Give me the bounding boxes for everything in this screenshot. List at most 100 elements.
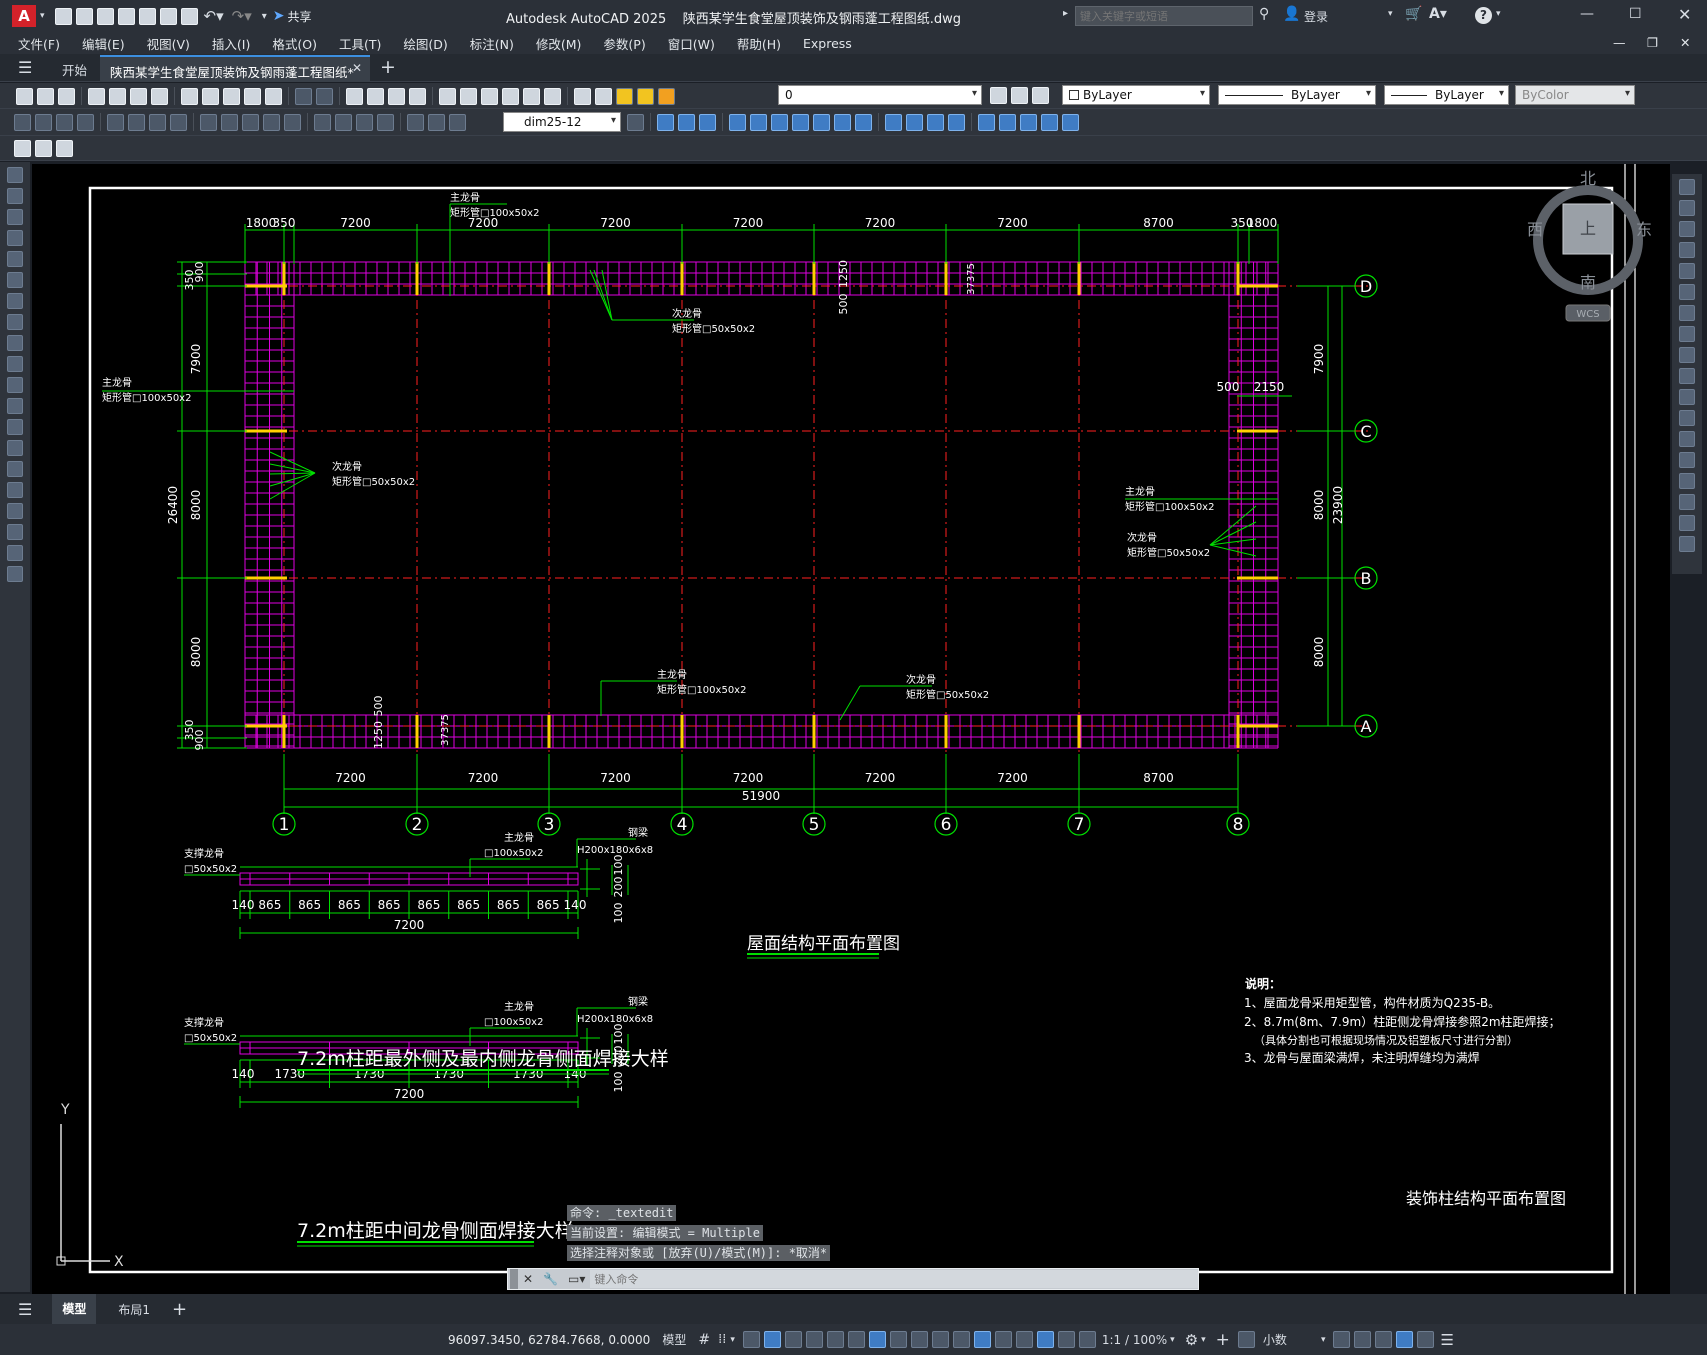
save-as-icon[interactable] bbox=[117, 7, 135, 25]
units-value[interactable]: 小数 bbox=[1263, 1331, 1287, 1348]
tab-close-icon[interactable]: ✕ bbox=[352, 61, 362, 75]
arc-icon[interactable] bbox=[7, 272, 23, 288]
modify-scale-icon[interactable] bbox=[813, 113, 830, 131]
dim-baseline-icon[interactable] bbox=[221, 113, 238, 131]
region-icon[interactable] bbox=[7, 503, 23, 519]
modify-erase-icon[interactable] bbox=[657, 113, 674, 131]
add-layout-icon[interactable]: + bbox=[172, 1299, 187, 1320]
offset-icon[interactable] bbox=[1679, 242, 1695, 258]
snap-icon[interactable]: ⁞⁞ bbox=[718, 1332, 726, 1347]
modify-array-icon[interactable] bbox=[750, 113, 767, 131]
join-icon[interactable] bbox=[1679, 452, 1695, 468]
login-button[interactable]: 登录 bbox=[1304, 8, 1328, 25]
modify-explode-icon[interactable] bbox=[1020, 113, 1037, 131]
lineweight-display-icon[interactable] bbox=[889, 1331, 907, 1348]
annotation-scale-value[interactable]: 1:1 / 100% bbox=[1102, 1333, 1167, 1347]
menu-express[interactable]: Express bbox=[792, 36, 863, 51]
menu-insert[interactable]: 插入(I) bbox=[201, 34, 261, 53]
zoom-window-icon[interactable] bbox=[388, 87, 405, 105]
selection-filter-icon[interactable] bbox=[994, 1331, 1012, 1348]
qnew-icon[interactable] bbox=[16, 87, 33, 105]
command-history-icon[interactable]: ▭▾ bbox=[568, 1272, 585, 1286]
print-icon[interactable] bbox=[88, 87, 105, 105]
match-properties-icon[interactable] bbox=[244, 87, 261, 105]
tolerance-icon[interactable] bbox=[314, 113, 331, 131]
grid-icon[interactable]: # bbox=[698, 1332, 710, 1348]
command-input[interactable] bbox=[590, 1270, 1198, 1288]
customize-qat-icon[interactable]: ▾ bbox=[262, 11, 267, 22]
new-icon[interactable] bbox=[54, 7, 72, 25]
hatch-icon[interactable] bbox=[7, 461, 23, 477]
doc-close-icon[interactable]: ✕ bbox=[1680, 35, 1690, 50]
app-logo[interactable]: A bbox=[12, 5, 36, 27]
modify-trim-icon[interactable] bbox=[855, 113, 872, 131]
point-icon[interactable] bbox=[7, 440, 23, 456]
undo-toolbar-icon[interactable] bbox=[295, 87, 312, 105]
menu-modify[interactable]: 修改(M) bbox=[525, 34, 593, 53]
share-icon[interactable]: ➤ bbox=[273, 8, 285, 24]
viewcube-north[interactable]: 北 bbox=[1580, 169, 1596, 188]
jogged-linear-icon[interactable] bbox=[377, 113, 394, 131]
menu-help[interactable]: 帮助(H) bbox=[726, 34, 792, 53]
explode-icon[interactable] bbox=[1679, 536, 1695, 552]
open-web-icon[interactable] bbox=[138, 7, 156, 25]
circle-icon[interactable] bbox=[7, 293, 23, 309]
menu-file[interactable]: 文件(F) bbox=[0, 34, 71, 53]
open-icon[interactable] bbox=[75, 7, 93, 25]
hardware-acceleration-icon[interactable] bbox=[1396, 1331, 1414, 1348]
graphics-performance-icon[interactable] bbox=[1354, 1331, 1372, 1348]
dim-radius-icon[interactable] bbox=[107, 113, 124, 131]
spline-icon[interactable] bbox=[7, 335, 23, 351]
close-icon[interactable]: ✕ bbox=[1678, 5, 1691, 24]
center-mark-icon[interactable] bbox=[335, 113, 352, 131]
dynamic-ucs-icon[interactable] bbox=[973, 1331, 991, 1348]
blend-curves-icon[interactable] bbox=[1679, 515, 1695, 531]
login-chevron-icon[interactable]: ▾ bbox=[1388, 9, 1393, 19]
isometric-icon[interactable] bbox=[826, 1331, 844, 1348]
plot-icon[interactable] bbox=[180, 7, 198, 25]
modify-offset-icon[interactable] bbox=[729, 113, 746, 131]
dim-linear-icon[interactable] bbox=[14, 113, 31, 131]
dim-space-icon[interactable] bbox=[263, 113, 280, 131]
menu-dimension[interactable]: 标注(N) bbox=[459, 34, 525, 53]
modify-break-icon[interactable] bbox=[906, 113, 923, 131]
save-web-icon[interactable] bbox=[159, 7, 177, 25]
dimstyle-dropdown[interactable]: dim25-12 ▾ bbox=[503, 112, 621, 132]
object-snap-tracking-icon[interactable] bbox=[847, 1331, 865, 1348]
modify-chamfer-icon[interactable] bbox=[948, 113, 965, 131]
menu-draw[interactable]: 绘图(D) bbox=[392, 34, 458, 53]
array-icon[interactable] bbox=[1679, 263, 1695, 279]
copy-icon[interactable] bbox=[202, 87, 219, 105]
dynamic-input-icon[interactable] bbox=[763, 1331, 781, 1348]
viewcube-west[interactable]: 西 bbox=[1527, 220, 1543, 239]
layer-lock-icon[interactable] bbox=[658, 87, 675, 105]
cart-icon[interactable]: 🛒 bbox=[1405, 6, 1422, 22]
units-chevron-icon[interactable]: ▾ bbox=[1321, 1335, 1326, 1345]
annotation-visibility-icon[interactable] bbox=[1036, 1331, 1054, 1348]
modify-blend-icon[interactable] bbox=[999, 113, 1016, 131]
annotation-scale-icon[interactable] bbox=[1078, 1331, 1096, 1348]
object-snap-icon[interactable] bbox=[868, 1331, 886, 1348]
dim-continue-icon[interactable] bbox=[242, 113, 259, 131]
cut-icon[interactable] bbox=[181, 87, 198, 105]
menu-view[interactable]: 视图(V) bbox=[136, 34, 201, 53]
layer-freeze-icon[interactable] bbox=[637, 87, 654, 105]
inspection-icon[interactable] bbox=[356, 113, 373, 131]
publish-icon[interactable] bbox=[130, 87, 147, 105]
new-tab-icon[interactable]: + bbox=[380, 56, 396, 78]
move-icon[interactable] bbox=[1679, 284, 1695, 300]
modify-move-icon[interactable] bbox=[771, 113, 788, 131]
color-dropdown[interactable]: ByLayer ▾ bbox=[1062, 85, 1210, 105]
copy-object-icon[interactable] bbox=[1679, 200, 1695, 216]
layer-states-icon[interactable] bbox=[1032, 87, 1049, 104]
tab-model[interactable]: 模型 bbox=[52, 1294, 97, 1324]
polygon-icon[interactable] bbox=[7, 230, 23, 246]
layer-previous-icon[interactable] bbox=[1011, 87, 1028, 104]
layer-properties-icon[interactable] bbox=[595, 87, 612, 105]
workspace-gear-icon[interactable]: ⚙ bbox=[1185, 1331, 1198, 1349]
rotate-icon[interactable] bbox=[1679, 305, 1695, 321]
rectangle-icon[interactable] bbox=[7, 251, 23, 267]
markup-icon[interactable] bbox=[523, 87, 540, 105]
share-button[interactable]: 共享 bbox=[288, 8, 312, 25]
design-center-icon[interactable] bbox=[460, 87, 477, 105]
